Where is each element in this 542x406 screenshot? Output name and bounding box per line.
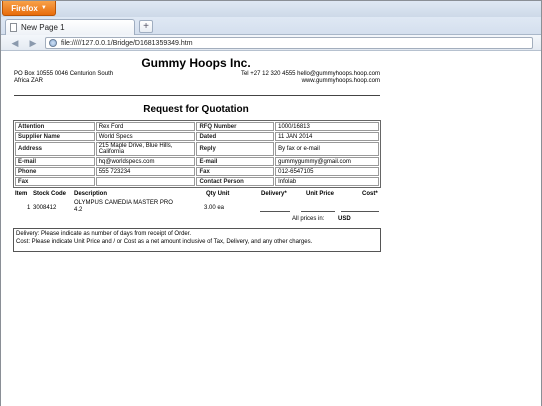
field-value: gummygummy@gmail.com [275, 157, 379, 166]
field-label: Reply [196, 142, 275, 156]
prices-label: All prices in: [292, 216, 325, 222]
table-row: Attention Rex Ford RFQ Number 1000/16813 [15, 122, 379, 131]
field-label: Attention [15, 122, 95, 131]
address-line: Africa ZAR [14, 78, 44, 84]
delivery-note: Delivery: Please indicate as number of d… [16, 231, 192, 237]
browser-window: Firefox ▼ New Page 1 + ◀ ▶ file://///127… [0, 0, 542, 406]
field-value: Infolab [275, 177, 379, 186]
field-value: 012-6547105 [275, 167, 379, 176]
divider [14, 95, 380, 96]
tab-title: New Page 1 [21, 23, 65, 32]
field-value: Rex Ford [95, 122, 196, 131]
field-value [95, 177, 196, 186]
item-qty-unit: 3.00 ea [204, 205, 225, 211]
forward-arrow-icon[interactable]: ▶ [27, 37, 39, 49]
firefox-menu-label: Firefox [11, 3, 38, 13]
field-value: 215 Maple Drive, Blue Hills, California [95, 142, 196, 156]
rfq-info-table: Attention Rex Ford RFQ Number 1000/16813… [13, 120, 381, 188]
field-value: 1000/16813 [275, 122, 379, 131]
field-label: Contact Person [196, 177, 275, 186]
contact-line: www.gummyhoops.hoop.com [301, 78, 380, 84]
col-header-delivery: Delivery* [261, 191, 287, 197]
page-content: Gummy Hoops Inc. PO Box 10555 0046 Centu… [1, 52, 541, 406]
col-header-unit-price: Unit Price [306, 191, 335, 197]
new-tab-button[interactable]: + [139, 20, 153, 33]
page-icon [10, 23, 17, 32]
cost-note: Cost: Please indicate Unit Price and / o… [16, 239, 313, 245]
contact-line: Tel +27 12 320 4555 hello@gummyhoops.hoo… [240, 71, 380, 77]
field-value: World Specs [95, 132, 196, 141]
item-description: OLYMPUS CAMEDIA MASTER PRO 4.2 [74, 200, 173, 213]
table-row: Address 215 Maple Drive, Blue Hills, Cal… [15, 142, 379, 156]
title-bar: Firefox ▼ [1, 1, 541, 17]
col-header-stock-code: Stock Code [33, 191, 67, 197]
tab-bar: New Page 1 + [1, 17, 541, 35]
field-label: Phone [15, 167, 95, 176]
field-label: E-mail [196, 157, 275, 166]
unit-price-input-line[interactable] [301, 211, 335, 212]
field-label: Supplier Name [15, 132, 95, 141]
item-number: 1 [27, 205, 31, 211]
field-label: Fax [15, 177, 95, 186]
back-arrow-icon[interactable]: ◀ [9, 37, 21, 49]
cost-input-line[interactable] [341, 211, 379, 212]
firefox-menu-button[interactable]: Firefox ▼ [2, 1, 56, 16]
currency-value: USD [338, 216, 351, 222]
table-row: E-mail hq@worldspecs.com E-mail gummygum… [15, 157, 379, 166]
item-stock-code: 3008412 [33, 205, 57, 211]
company-name: Gummy Hoops Inc. [141, 56, 251, 70]
field-label: Dated [196, 132, 275, 141]
url-text: file://///127.0.0.1/Bridge/D1681359349.h… [61, 39, 193, 47]
field-value: 11 JAN 2014 [275, 132, 379, 141]
table-row: Fax Contact Person Infolab [15, 177, 379, 186]
col-header-cost: Cost* [362, 191, 378, 197]
field-label: E-mail [15, 157, 95, 166]
company-address: PO Box 10555 0046 Centurion South Africa… [14, 71, 134, 85]
globe-icon [49, 39, 57, 47]
field-label: Address [15, 142, 95, 156]
field-value: 555 723234 [95, 167, 196, 176]
table-row: Phone 555 723234 Fax 012-6547105 [15, 167, 379, 176]
col-header-qty-unit: Qty Unit [206, 191, 230, 197]
field-value: hq@worldspecs.com [95, 157, 196, 166]
tab-new-page[interactable]: New Page 1 [5, 19, 135, 35]
table-row: Supplier Name World Specs Dated 11 JAN 2… [15, 132, 379, 141]
company-contact: Tel +27 12 320 4555 hello@gummyhoops.hoo… [223, 71, 380, 85]
url-bar[interactable]: file://///127.0.0.1/Bridge/D1681359349.h… [45, 37, 533, 49]
field-label: Fax [196, 167, 275, 176]
col-header-item: Item [15, 191, 28, 197]
address-line: PO Box 10555 0046 Centurion South [14, 71, 114, 77]
chevron-down-icon: ▼ [40, 5, 47, 11]
navigation-bar: ◀ ▶ file://///127.0.0.1/Bridge/D16813593… [1, 35, 541, 51]
col-header-description: Description [74, 191, 108, 197]
delivery-input-line[interactable] [260, 211, 290, 212]
field-label: RFQ Number [196, 122, 275, 131]
field-value: By fax or e-mail [275, 142, 379, 156]
notes-box: Delivery: Please indicate as number of d… [13, 228, 381, 252]
page-title: Request for Quotation [143, 104, 249, 115]
